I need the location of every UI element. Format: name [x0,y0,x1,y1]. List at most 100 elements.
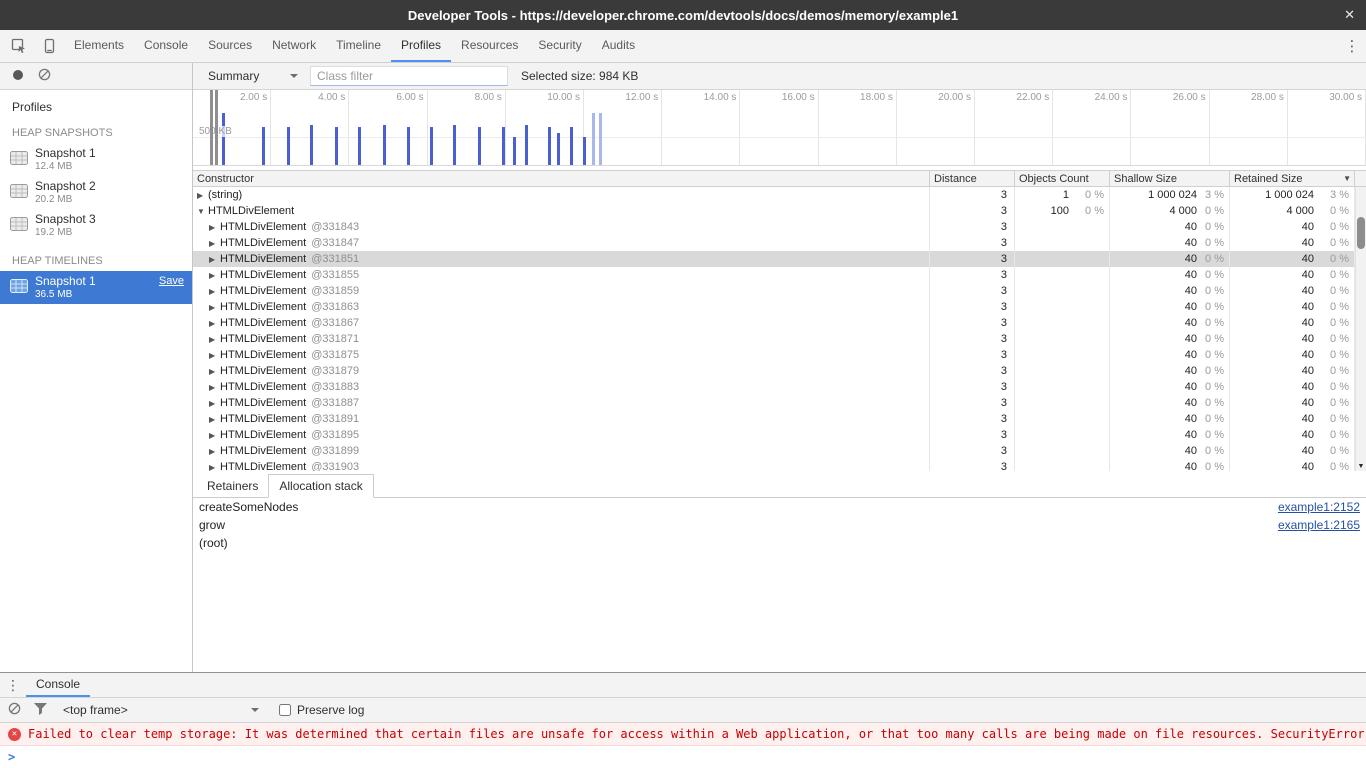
allocation-timeline[interactable]: 2.00 s4.00 s6.00 s8.00 s10.00 s12.00 s14… [193,90,1366,166]
table-row[interactable]: ▶HTMLDivElement@3318713400 %400 % [193,331,1366,347]
expand-arrow-icon[interactable]: ▶ [209,239,220,248]
expand-arrow-icon[interactable]: ▶ [209,399,220,408]
preserve-log-checkbox[interactable] [279,704,291,716]
table-row[interactable]: ▼HTMLDivElement31000 %4 0000 %4 0000 % [193,203,1366,219]
expand-arrow-icon[interactable]: ▶ [209,223,220,232]
drawer-tab-console[interactable]: Console [26,673,90,697]
source-link[interactable]: example1:2165 [1278,518,1360,532]
inspect-element-icon[interactable] [4,30,34,62]
shallow-percent: 0 % [1197,253,1229,265]
expand-arrow-icon[interactable]: ▶ [209,383,220,392]
filter-icon[interactable] [34,703,47,718]
drawer-menu-icon[interactable]: ⋮ [0,673,26,697]
clear-console-icon[interactable] [8,702,21,718]
tab-elements[interactable]: Elements [64,30,134,62]
column-header-distance[interactable]: Distance [930,171,1015,186]
tab-sources[interactable]: Sources [198,30,262,62]
shallow-cell: 400 % [1110,363,1230,379]
object-id: @331895 [311,429,359,441]
table-row[interactable]: ▶HTMLDivElement@3318513400 %400 % [193,251,1366,267]
stack-frame[interactable]: createSomeNodesexample1:2152 [193,498,1366,516]
expand-arrow-icon[interactable]: ▶ [209,431,220,440]
shallow-cell: 400 % [1110,315,1230,331]
table-row[interactable]: ▶HTMLDivElement@3318593400 %400 % [193,283,1366,299]
table-row[interactable]: ▶HTMLDivElement@3318913400 %400 % [193,411,1366,427]
tab-network[interactable]: Network [262,30,326,62]
device-toolbar-icon[interactable] [34,30,64,62]
tab-security[interactable]: Security [528,30,591,62]
tab-profiles[interactable]: Profiles [391,30,451,62]
stack-frame[interactable]: (root) [193,534,1366,552]
table-row[interactable]: ▶HTMLDivElement@3318953400 %400 % [193,427,1366,443]
expand-arrow-icon[interactable]: ▶ [209,447,220,456]
shallow-percent: 0 % [1197,221,1229,233]
object-id: @331899 [311,445,359,457]
tab-allocation-stack[interactable]: Allocation stack [268,474,373,498]
table-row[interactable]: ▶HTMLDivElement@3318673400 %400 % [193,315,1366,331]
execution-context-select[interactable]: <top frame> [63,703,259,717]
retained-cell: 400 % [1230,267,1355,283]
column-header-constructor[interactable]: Constructor [193,171,930,186]
tab-timeline[interactable]: Timeline [326,30,391,62]
table-row[interactable]: ▶HTMLDivElement@3318433400 %400 % [193,219,1366,235]
expand-arrow-icon[interactable]: ▼ [197,207,208,216]
retained-cell: 400 % [1230,459,1355,471]
tab-retainers[interactable]: Retainers [197,475,268,497]
tab-audits[interactable]: Audits [592,30,645,62]
save-link[interactable]: Save [159,275,184,287]
column-header-retained-size[interactable]: Retained Size ▼ [1230,171,1355,186]
expand-arrow-icon[interactable]: ▶ [209,367,220,376]
console-input[interactable]: > [0,746,1366,768]
table-row[interactable]: ▶HTMLDivElement@3318993400 %400 % [193,443,1366,459]
expand-arrow-icon[interactable]: ▶ [209,287,220,296]
stack-frame[interactable]: growexample1:2165 [193,516,1366,534]
table-row[interactable]: ▶HTMLDivElement@3318633400 %400 % [193,299,1366,315]
shallow-cell: 400 % [1110,299,1230,315]
table-row[interactable]: ▶HTMLDivElement@3318753400 %400 % [193,347,1366,363]
table-row[interactable]: ▶HTMLDivElement@3318793400 %400 % [193,363,1366,379]
expand-arrow-icon[interactable]: ▶ [209,351,220,360]
expand-arrow-icon[interactable]: ▶ [209,415,220,424]
expand-arrow-icon[interactable]: ▶ [209,319,220,328]
close-icon[interactable]: ✕ [1344,0,1355,30]
record-heap-icon[interactable] [12,69,24,84]
table-row[interactable]: ▶(string)310 %1 000 0243 %1 000 0243 % [193,187,1366,203]
source-link[interactable]: example1:2152 [1278,500,1360,514]
profile-item[interactable]: Snapshot 319.2 MB [0,209,192,242]
column-header-shallow-size[interactable]: Shallow Size [1110,171,1230,186]
clear-profiles-icon[interactable] [38,68,51,84]
expand-arrow-icon[interactable]: ▶ [209,335,220,344]
objects-cell [1015,235,1110,251]
timeline-selection-handle-left[interactable] [210,90,213,165]
profile-item[interactable]: Snapshot 136.5 MBSave [0,271,192,304]
overflow-menu-icon[interactable]: ⋮ [1338,30,1366,62]
object-id: @331883 [311,381,359,393]
retained-percent: 0 % [1314,381,1354,393]
scrollbar-thumb[interactable] [1357,217,1365,249]
class-filter-input[interactable] [310,66,508,86]
profile-view-toolbar: Summary Selected size: 984 KB [193,63,1366,90]
tab-console[interactable]: Console [134,30,198,62]
allocation-bar [583,137,586,165]
shallow-cell: 4 0000 % [1110,203,1230,219]
view-mode-select[interactable]: Summary [201,66,305,86]
retained-percent: 0 % [1314,333,1354,345]
expand-arrow-icon[interactable]: ▶ [197,191,208,200]
expand-arrow-icon[interactable]: ▶ [209,463,220,472]
profile-item[interactable]: Snapshot 220.2 MB [0,176,192,209]
timeline-selection-handle-right[interactable] [215,90,218,165]
tab-resources[interactable]: Resources [451,30,528,62]
expand-arrow-icon[interactable]: ▶ [209,255,220,264]
table-row[interactable]: ▶HTMLDivElement@3318473400 %400 % [193,235,1366,251]
objects-value: 1 [1015,189,1069,201]
column-header-objects-count[interactable]: Objects Count [1015,171,1110,186]
table-row[interactable]: ▶HTMLDivElement@3318833400 %400 % [193,379,1366,395]
scrollbar-down-icon[interactable]: ▼ [1356,463,1366,470]
table-row[interactable]: ▶HTMLDivElement@3319033400 %400 % [193,459,1366,471]
table-row[interactable]: ▶HTMLDivElement@3318553400 %400 % [193,267,1366,283]
profile-item[interactable]: Snapshot 112.4 MB [0,143,192,176]
expand-arrow-icon[interactable]: ▶ [209,303,220,312]
table-scrollbar[interactable]: ▼ [1355,187,1366,471]
expand-arrow-icon[interactable]: ▶ [209,271,220,280]
table-row[interactable]: ▶HTMLDivElement@3318873400 %400 % [193,395,1366,411]
